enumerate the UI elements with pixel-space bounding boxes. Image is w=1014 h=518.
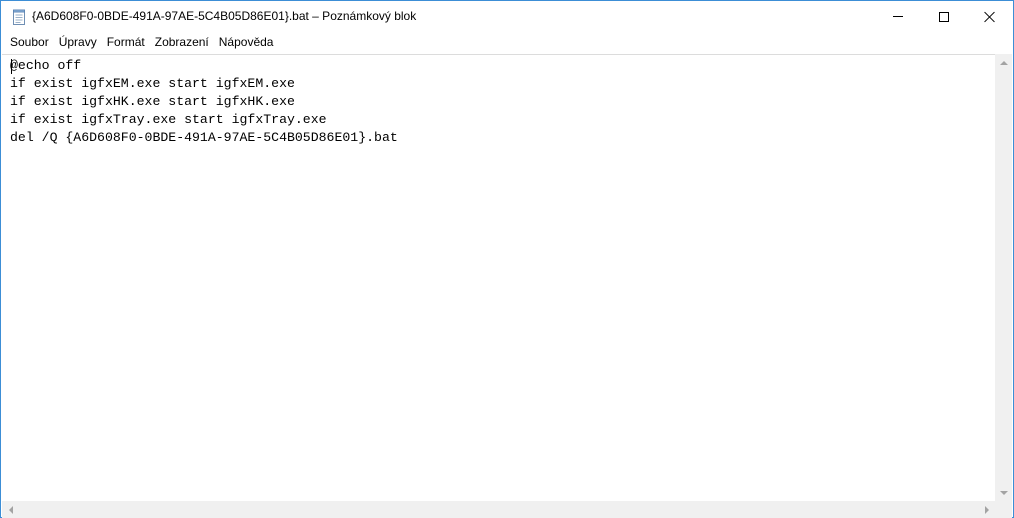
horizontal-scrollbar[interactable] [2,501,995,518]
text-line: del /Q {A6D608F0-0BDE-491A-97AE-5C4B05D8… [10,130,398,145]
menu-bar: Soubor Úpravy Formát Zobrazení Nápověda [1,32,1013,53]
scroll-down-button[interactable] [995,484,1012,501]
scroll-right-button[interactable] [978,501,995,518]
minimize-icon [893,16,903,17]
size-grip[interactable] [995,501,1012,518]
chevron-up-icon [999,60,1008,65]
menu-napoveda[interactable]: Nápověda [214,32,279,53]
notepad-icon[interactable] [11,9,27,25]
text-line: @echo off [10,58,82,73]
maximize-button[interactable] [921,1,967,32]
chevron-right-icon [984,505,989,514]
window-title: {A6D608F0-0BDE-491A-97AE-5C4B05D86E01}.b… [32,9,417,23]
scroll-left-button[interactable] [2,501,19,518]
chevron-left-icon [8,505,13,514]
text-line: if exist igfxHK.exe start igfxHK.exe [10,94,295,109]
maximize-icon [939,11,949,22]
menu-zobrazeni[interactable]: Zobrazení [150,32,214,53]
chevron-down-icon [999,490,1008,495]
minimize-button[interactable] [875,1,921,32]
close-button[interactable] [967,1,1013,32]
menu-upravy[interactable]: Úpravy [54,32,102,53]
scroll-up-button[interactable] [995,54,1012,71]
vertical-scrollbar[interactable] [995,54,1012,501]
notepad-window: {A6D608F0-0BDE-491A-97AE-5C4B05D86E01}.b… [0,0,1014,518]
menu-format[interactable]: Formát [102,32,150,53]
text-line: if exist igfxEM.exe start igfxEM.exe [10,76,295,91]
close-icon [984,11,996,23]
text-line: if exist igfxTray.exe start igfxTray.exe [10,112,327,127]
title-bar[interactable]: {A6D608F0-0BDE-491A-97AE-5C4B05D86E01}.b… [1,1,1013,32]
text-caret [11,59,12,74]
menu-soubor[interactable]: Soubor [5,32,54,53]
text-editor[interactable]: @echo off if exist igfxEM.exe start igfx… [2,54,995,501]
